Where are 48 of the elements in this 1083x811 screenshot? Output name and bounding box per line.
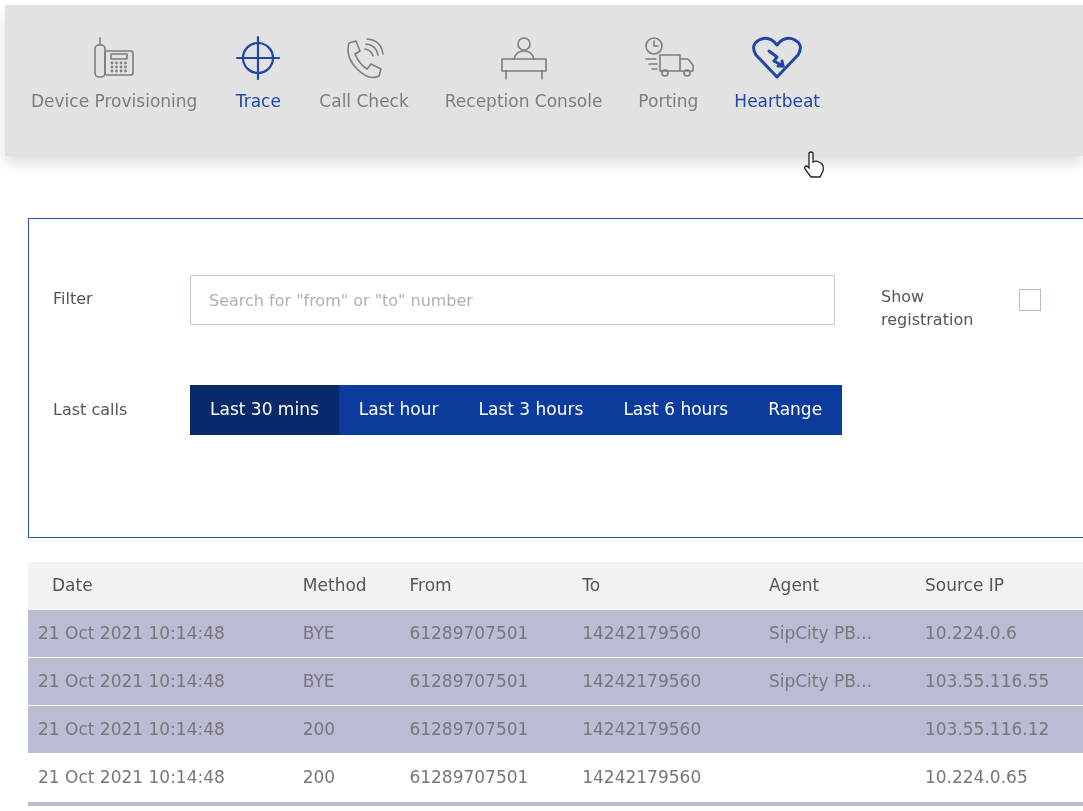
table-row[interactable]: 21 Oct 2021 10:14:48 BYE 61289707501 14242179560 SipCity PB... 10.224.0.6 <box>28 610 1083 658</box>
time-range-tab[interactable]: Last 3 hours <box>458 385 604 435</box>
table-cell: 14242179560 <box>582 718 702 739</box>
last-calls-label: Last calls <box>53 399 129 421</box>
table-row[interactable]: 21 Oct 2021 10:14:48 BYE 61289707501 14242179560 SipCity PB... 103.55.116.55 <box>28 658 1083 706</box>
table-cell: 21 Oct 2021 10:14:48 <box>38 622 225 643</box>
table-cell: 61289707501 <box>409 670 529 691</box>
nav-item[interactable]: Trace <box>229 35 288 115</box>
column-header: Agent <box>768 574 821 598</box>
table-cell: SipCity PB... <box>768 670 873 691</box>
table-cell: BYE <box>302 622 335 643</box>
column-header: Method <box>302 574 368 598</box>
table-row[interactable]: 21 Oct 2021 10:14:48 200 61289707501 14242179560 103.55.116.12 <box>28 706 1083 754</box>
column-header: From <box>409 574 453 598</box>
column-header: Date <box>51 574 94 598</box>
table-cell: BYE <box>302 670 335 691</box>
table-cell: 61289707501 <box>409 766 529 787</box>
table-cell: 21 Oct 2021 10:14:48 <box>38 766 225 787</box>
time-range-tab[interactable]: Last 6 hours <box>603 385 749 435</box>
table-cell: 14242179560 <box>582 670 702 691</box>
hand-cursor-icon <box>803 151 825 179</box>
nav-item[interactable]: Reception Console <box>440 35 607 115</box>
nav-item[interactable]: Call Check <box>315 35 413 115</box>
table-cell: 200 <box>302 766 336 787</box>
nav-item[interactable]: Heartbeat <box>730 35 824 115</box>
nav-item[interactable]: Porting <box>634 35 703 115</box>
table-cell: 61289707501 <box>409 718 529 739</box>
table-cell: 14242179560 <box>582 622 702 643</box>
table-cell: 10.224.0.6 <box>924 622 1017 643</box>
column-header: Source IP <box>925 574 1006 598</box>
show-registration-label: Show registration <box>881 286 975 331</box>
table-cell: 21 Oct 2021 10:14:48 <box>38 718 225 739</box>
table-cell: 103.55.116.55 <box>924 670 1050 691</box>
search-field[interactable]: Search for "from" or "to" number <box>190 275 835 325</box>
table-cell: SipCity PB... <box>768 622 873 643</box>
checkbox[interactable] <box>1019 289 1041 311</box>
time-range-tab[interactable]: Range <box>748 385 843 435</box>
time-range-tab[interactable]: Last 30 mins <box>190 385 339 435</box>
nav-item[interactable]: Device Provisioning <box>27 35 202 115</box>
table-cell: 21 Oct 2021 10:14:48 <box>38 670 225 691</box>
table-cell: 103.55.116.12 <box>924 718 1050 739</box>
table-cell: 200 <box>302 718 336 739</box>
column-header: To <box>582 574 602 598</box>
time-range-tab[interactable]: Last hour <box>338 385 459 435</box>
table-cell: 61289707501 <box>409 622 529 643</box>
filter-label: Filter <box>53 288 94 310</box>
table-cell: 14242179560 <box>582 766 702 787</box>
table-cell: 10.224.0.65 <box>924 766 1028 787</box>
